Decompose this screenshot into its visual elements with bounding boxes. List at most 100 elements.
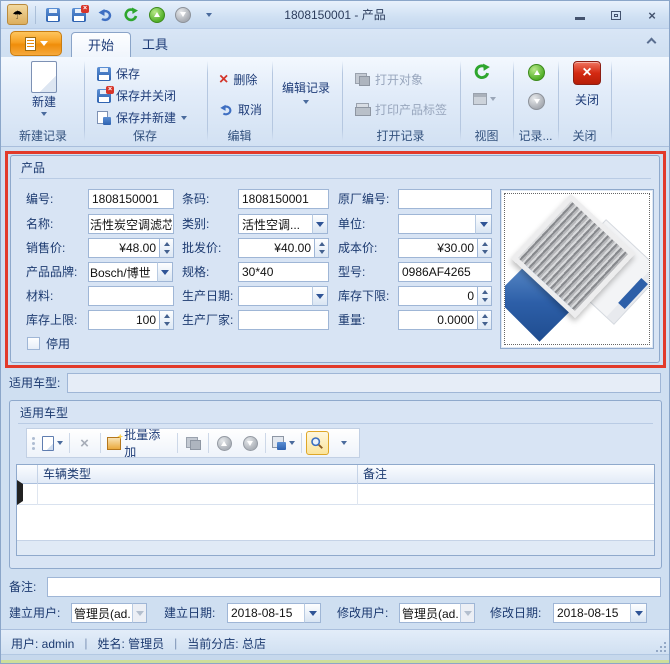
remark-header[interactable]: 备注 — [358, 465, 654, 484]
refresh-icon[interactable] — [121, 5, 141, 25]
vehicle-table: 车辆类型 备注 — [16, 464, 655, 556]
search-toggle-button[interactable] — [306, 431, 330, 455]
stock-max-input[interactable] — [88, 310, 160, 330]
cost-price-spinner[interactable] — [478, 238, 492, 258]
tab-home[interactable]: 开始 — [71, 32, 131, 57]
created-by-input[interactable] — [71, 603, 133, 623]
table-row[interactable] — [17, 484, 654, 505]
restore-button[interactable] — [609, 9, 623, 21]
undo-icon[interactable] — [95, 5, 115, 25]
category-input[interactable] — [238, 214, 313, 234]
save-close-icon: × — [97, 89, 111, 103]
separator: | — [174, 636, 177, 650]
separator — [69, 433, 70, 453]
save-new-button[interactable]: 保存并新建 — [93, 107, 191, 128]
brand-dropdown-button[interactable] — [157, 262, 173, 282]
edit-record-button[interactable]: 编辑记录 — [275, 79, 337, 104]
chevron-down-icon — [41, 112, 47, 116]
refresh-view-button[interactable] — [469, 61, 495, 83]
prod-date-input[interactable] — [238, 286, 313, 306]
applicable-summary-input[interactable] — [67, 373, 661, 393]
row-selector-cell[interactable] — [17, 484, 38, 505]
wholesale-spinner[interactable] — [315, 238, 329, 258]
name-input[interactable] — [88, 214, 174, 234]
save-button[interactable]: 保存 — [93, 63, 144, 84]
spec-input[interactable] — [238, 262, 329, 282]
modified-date-input[interactable] — [553, 603, 631, 623]
minimize-button[interactable] — [573, 9, 587, 21]
stock-min-input[interactable] — [398, 286, 478, 306]
new-button[interactable]: 新建 — [19, 61, 69, 116]
save-close-icon[interactable]: × — [69, 5, 89, 25]
resize-grip[interactable] — [656, 642, 666, 652]
weight-spinner[interactable] — [478, 310, 492, 330]
wholesale-input[interactable] — [238, 238, 315, 258]
batch-add-icon — [107, 437, 122, 450]
add-row-button[interactable] — [40, 431, 65, 455]
new-label: 新建 — [32, 93, 56, 110]
save-new-icon — [97, 111, 111, 125]
layout-icon — [473, 93, 487, 105]
sale-price-spinner[interactable] — [160, 238, 174, 258]
oem-input[interactable] — [398, 189, 492, 209]
weight-input[interactable] — [398, 310, 478, 330]
modified-date-dropdown-button[interactable] — [630, 603, 647, 623]
remark-cell[interactable] — [358, 484, 654, 505]
code-input[interactable] — [88, 189, 174, 209]
save-close-button[interactable]: × 保存并关闭 — [93, 85, 180, 106]
save-icon[interactable] — [43, 5, 63, 25]
category-dropdown-button[interactable] — [312, 214, 328, 234]
open-object-icon — [355, 73, 370, 86]
app-menu-button[interactable] — [10, 31, 62, 56]
delete-button[interactable]: × 删除 — [215, 69, 261, 90]
toolbar-grip[interactable] — [31, 437, 36, 450]
brand-input[interactable] — [88, 262, 158, 282]
created-date-input[interactable] — [227, 603, 305, 623]
unit-dropdown-button[interactable] — [475, 214, 492, 234]
vehicle-type-header[interactable]: 车辆类型 — [38, 465, 358, 484]
unit-input[interactable] — [398, 214, 476, 234]
copy-row-button — [182, 431, 204, 455]
model-input[interactable] — [398, 262, 492, 282]
save-label: 保存 — [116, 65, 140, 82]
close-button[interactable]: × 关闭 — [567, 61, 607, 108]
weight-label: 重量: — [338, 310, 365, 330]
down-record-icon[interactable] — [173, 5, 193, 25]
collapse-ribbon-icon[interactable] — [645, 37, 657, 47]
save-icon — [97, 67, 111, 81]
product-image-panel[interactable] — [500, 189, 654, 349]
vehicle-type-cell[interactable] — [38, 484, 358, 505]
tab-tools[interactable]: 工具 — [126, 32, 184, 57]
modified-by-label: 修改用户: — [337, 603, 388, 623]
prev-record-button[interactable] — [524, 62, 549, 83]
sale-price-input[interactable] — [88, 238, 160, 258]
qat-customize-icon[interactable] — [199, 5, 219, 25]
stock-min-spinner[interactable] — [478, 286, 492, 306]
remark-input[interactable] — [47, 577, 661, 597]
toolbar-overflow-button[interactable] — [333, 431, 355, 455]
barcode-input[interactable] — [238, 189, 329, 209]
batch-add-button[interactable]: 批量添加 — [105, 431, 174, 455]
prod-date-dropdown-button[interactable] — [312, 286, 328, 306]
ribbon-tab-row: 开始 工具 — [1, 29, 669, 57]
separator — [301, 433, 302, 453]
close-label: 关闭 — [575, 91, 599, 108]
chevron-down-icon — [40, 41, 48, 46]
manufacturer-input[interactable] — [238, 310, 329, 330]
created-date-label: 建立日期: — [164, 603, 215, 623]
material-input[interactable] — [88, 286, 174, 306]
close-window-button[interactable]: × — [645, 9, 659, 21]
divider — [19, 178, 651, 179]
created-date-dropdown-button[interactable] — [304, 603, 321, 623]
modified-by-input[interactable] — [399, 603, 461, 623]
chevron-down-icon — [490, 97, 496, 101]
move-up-button — [213, 431, 235, 455]
export-button[interactable] — [270, 431, 297, 455]
stock-max-spinner[interactable] — [160, 310, 174, 330]
status-user: 用户: admin — [11, 635, 74, 652]
cost-price-input[interactable] — [398, 238, 478, 258]
disabled-checkbox[interactable] — [27, 337, 40, 350]
up-record-icon[interactable] — [147, 5, 167, 25]
cancel-button[interactable]: 取消 — [215, 99, 266, 120]
group-label-record: 记录... — [513, 129, 558, 143]
